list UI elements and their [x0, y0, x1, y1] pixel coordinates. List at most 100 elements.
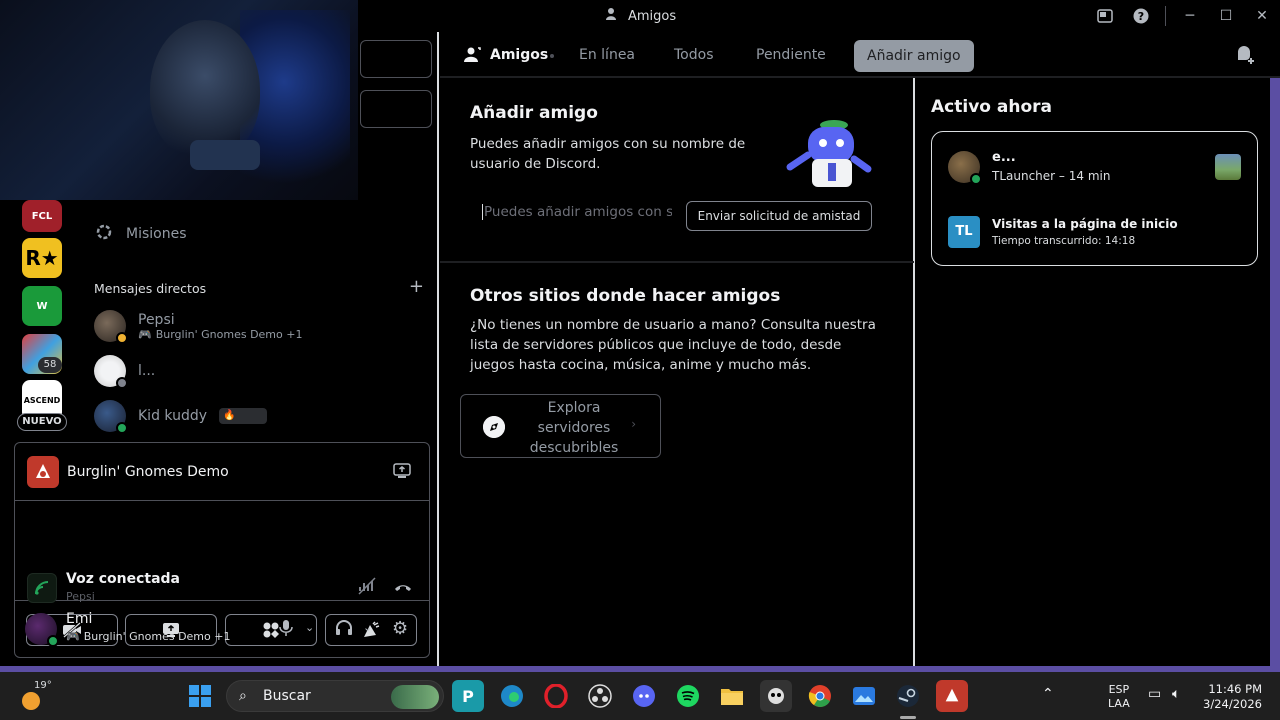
add-friend-input[interactable]: Puedes añadir amigos con su nombre de us…: [482, 204, 672, 220]
wumpus-mascot-icon: [782, 115, 874, 191]
add-friend-title: Añadir amigo: [470, 103, 598, 123]
activity-row: Burglin' Gnomes Demo: [15, 443, 429, 501]
settings-gear-icon[interactable]: ⚙: [392, 618, 408, 639]
friends-heading: Amigos: [464, 47, 548, 63]
find-conversation-input[interactable]: [360, 40, 432, 78]
steam-icon[interactable]: [892, 680, 924, 712]
weather-widget[interactable]: 19°: [20, 678, 60, 714]
burglin-gnomes-icon[interactable]: [936, 680, 968, 712]
weather-temp: 19°: [34, 680, 52, 691]
avatar: [94, 355, 128, 389]
gamepad-icon: 🎮: [66, 630, 80, 643]
help-icon[interactable]: ?: [1123, 0, 1159, 32]
avatar: [94, 310, 128, 344]
file-explorer-icon[interactable]: [716, 680, 748, 712]
activity-elapsed: Tiempo transcurrido: 14:18: [992, 235, 1136, 247]
online-status-icon: [47, 635, 59, 647]
spotify-icon[interactable]: [672, 680, 704, 712]
webcam-overlay: [0, 0, 358, 200]
tab-pending[interactable]: Pendiente: [756, 47, 826, 63]
quests-item[interactable]: Misiones: [94, 222, 187, 246]
disconnect-icon[interactable]: [393, 579, 413, 598]
explore-label: Explora servidores descubribles: [529, 400, 619, 456]
new-group-dm-icon[interactable]: [1236, 46, 1256, 68]
tlauncher-icon: TL: [948, 216, 980, 248]
idle-status-icon: [116, 332, 128, 344]
windows-start-icon[interactable]: [184, 680, 216, 712]
online-status-icon: [970, 173, 982, 185]
divider: [913, 78, 915, 666]
active-app-indicator: [900, 716, 916, 719]
game-name: Burglin' Gnomes Demo: [67, 464, 229, 480]
screen-share-icon[interactable]: [393, 463, 411, 483]
avatar[interactable]: [948, 151, 982, 185]
noise-suppression-icon[interactable]: [357, 577, 377, 599]
language-indicator[interactable]: ESP LAA: [1108, 683, 1130, 711]
dm-name: l...: [138, 363, 156, 379]
user-avatar[interactable]: [25, 613, 59, 647]
active-user-activity: TLauncher – 14 min: [992, 169, 1111, 183]
sun-icon: [22, 692, 40, 710]
dm-name: Pepsi: [138, 311, 175, 328]
dm-activity: Burglin' Gnomes Demo +1: [155, 327, 303, 341]
search-icon: ⌕: [239, 688, 247, 704]
new-badge[interactable]: NUEVO: [17, 413, 67, 431]
edge-icon[interactable]: [496, 680, 528, 712]
explore-servers-button[interactable]: Explora servidores descubribles ›: [460, 394, 661, 458]
account-row: Emi 🎮 Burglin' Gnomes Demo +1 ⌄ ⌄ ⚙: [15, 601, 429, 657]
discord-icon[interactable]: [628, 680, 660, 712]
online-status-icon: [116, 422, 128, 434]
friends-icon: [464, 47, 481, 62]
quests-label: Misiones: [126, 226, 187, 242]
add-friend-description: Puedes añadir amigos con su nombre de us…: [470, 136, 746, 172]
chevron-up-icon[interactable]: ⌃: [1042, 686, 1054, 702]
window-border: [1270, 78, 1280, 672]
game-app-icon[interactable]: [760, 680, 792, 712]
maximize-icon[interactable]: ☐: [1208, 0, 1244, 32]
divider: [437, 32, 439, 666]
dm-item-kid-kuddy[interactable]: Kid kuddy 🔥: [94, 396, 424, 436]
divider: [1165, 6, 1166, 26]
network-icon[interactable]: ▭: [1148, 686, 1161, 702]
minimize-icon[interactable]: ─: [1172, 0, 1208, 32]
taskbar-search[interactable]: ⌕ Buscar: [226, 680, 444, 712]
offline-status-icon: [116, 377, 128, 389]
opera-icon[interactable]: [540, 680, 572, 712]
app-icon-p[interactable]: P: [452, 680, 484, 712]
avatar: [94, 400, 128, 434]
microphone-icon[interactable]: [279, 619, 293, 641]
close-icon[interactable]: ✕: [1244, 0, 1280, 32]
server-icon-rockstar[interactable]: R★: [22, 238, 62, 278]
dm-item-pepsi[interactable]: Pepsi 🎮 Burglin' Gnomes Demo +1: [94, 306, 424, 346]
dm-header-label: Mensajes directos: [94, 281, 207, 296]
quests-icon: [94, 222, 114, 246]
mention-badge: 58: [38, 357, 62, 373]
tab-add-friend[interactable]: Añadir amigo: [854, 40, 974, 72]
tab-all[interactable]: Todos: [674, 47, 713, 63]
server-icon-w[interactable]: W: [22, 286, 62, 326]
chevron-down-icon[interactable]: ⌄: [363, 621, 372, 634]
volume-icon[interactable]: 🔈︎: [1172, 686, 1180, 702]
window-title: Amigos: [606, 7, 676, 25]
chrome-icon[interactable]: [804, 680, 836, 712]
signal-icon[interactable]: [27, 573, 57, 603]
active-now-card[interactable]: e... TLauncher – 14 min TL Visitas a la …: [931, 131, 1258, 266]
nav-item-box[interactable]: [360, 90, 432, 128]
divider: [440, 261, 914, 263]
obs-icon[interactable]: [584, 680, 616, 712]
user-name[interactable]: Emi: [66, 611, 92, 627]
active-now-title: Activo ahora: [931, 97, 1052, 117]
dm-item-l[interactable]: l...: [94, 351, 424, 391]
server-icon-fcl[interactable]: FCL: [22, 200, 62, 232]
add-dm-icon[interactable]: +: [409, 278, 424, 296]
compass-icon: [483, 416, 505, 438]
game-icon: [27, 456, 59, 488]
chevron-down-icon[interactable]: ⌄: [305, 621, 314, 634]
clock[interactable]: 11:46 PM 3/24/2026: [1200, 682, 1262, 712]
tab-online[interactable]: En línea: [579, 47, 635, 63]
cast-icon[interactable]: [1087, 0, 1123, 32]
headphones-icon[interactable]: [335, 619, 353, 641]
send-friend-request-button[interactable]: Enviar solicitud de amistad: [686, 201, 872, 231]
active-user-name: e...: [992, 150, 1016, 165]
photos-icon[interactable]: [848, 680, 880, 712]
